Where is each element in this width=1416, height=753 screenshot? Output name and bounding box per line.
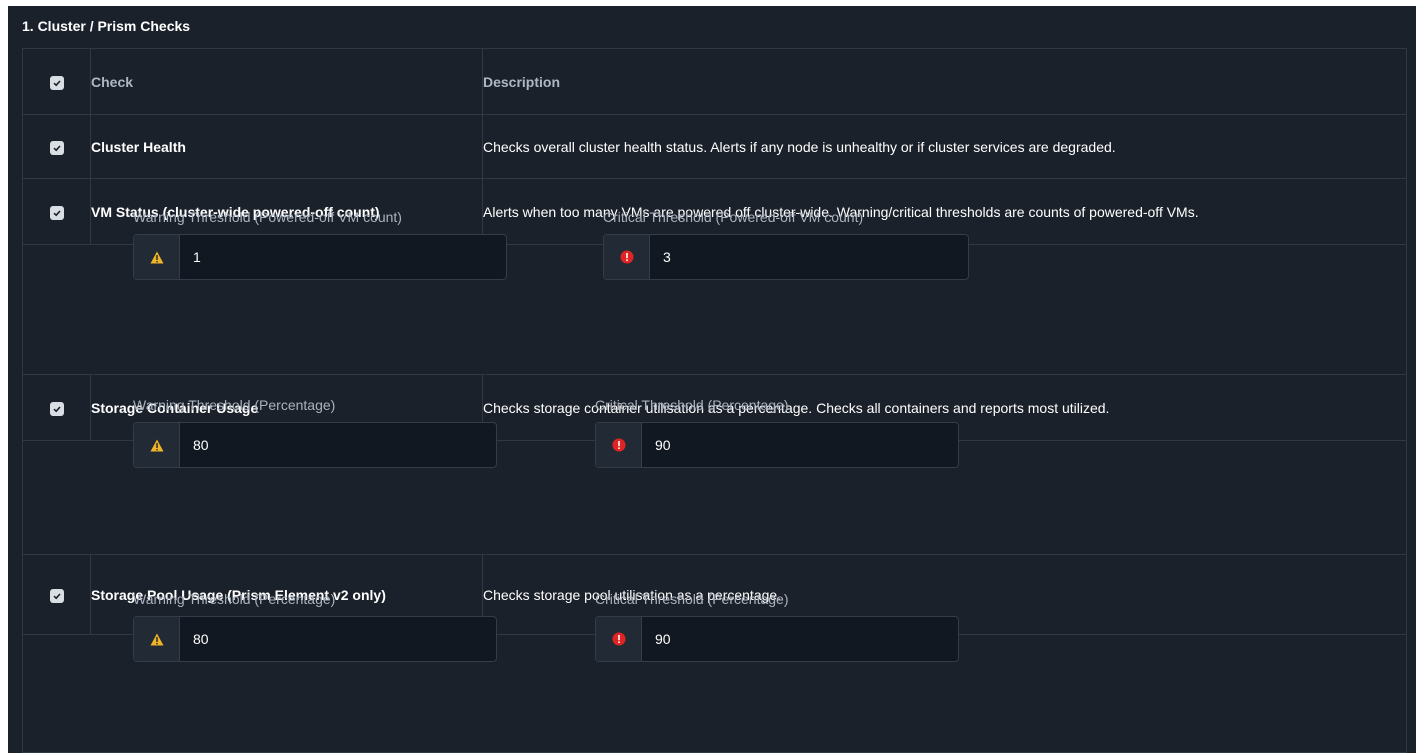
critical-threshold-label: Critical Threshold (Percentage): [595, 591, 789, 607]
critical-threshold-field: Critical Threshold (Percentage): [595, 591, 789, 607]
threshold-row: Warning Threshold (Powered-off VM count)…: [22, 209, 1407, 375]
check-enabled-checkbox[interactable]: [49, 588, 64, 603]
warning-threshold-input[interactable]: 80: [180, 423, 496, 467]
warning-triangle-icon: [134, 235, 180, 279]
critical-threshold-field: Critical Threshold (Percentage): [595, 397, 789, 413]
checks-panel: 1. Cluster / Prism Checks Check Descript…: [8, 6, 1416, 753]
column-header-description: Description: [482, 48, 1407, 115]
warning-threshold-input[interactable]: 1: [180, 235, 506, 279]
critical-threshold-input[interactable]: 3: [650, 235, 968, 279]
critical-exclamation-icon: [596, 617, 642, 661]
warning-threshold-input-group[interactable]: 1: [133, 234, 507, 280]
critical-threshold-input[interactable]: 90: [642, 423, 958, 467]
warning-threshold-label: Warning Threshold (Percentage): [133, 591, 336, 607]
section-title: 1. Cluster / Prism Checks: [22, 18, 191, 34]
threshold-row: Warning Threshold (Percentage) Critical …: [22, 397, 1407, 555]
warning-threshold-input-group[interactable]: 80: [133, 616, 497, 662]
checks-table: Check Description Cluster Health Checks …: [22, 48, 1407, 753]
critical-threshold-label: Critical Threshold (Percentage): [595, 397, 789, 413]
check-description: Checks overall cluster health status. Al…: [482, 114, 1407, 179]
check-enabled-checkbox[interactable]: [49, 401, 64, 416]
check-name: Cluster Health: [90, 114, 483, 179]
warning-threshold-input-group[interactable]: 80: [133, 422, 497, 468]
critical-threshold-input[interactable]: 90: [642, 617, 958, 661]
critical-threshold-input-group[interactable]: 90: [595, 422, 959, 468]
threshold-row: Warning Threshold (Percentage) Critical …: [22, 591, 1407, 753]
warning-threshold-label: Warning Threshold (Powered-off VM count): [133, 209, 402, 225]
table-row: Cluster Health Checks overall cluster he…: [22, 114, 1407, 179]
select-all-checkbox[interactable]: [49, 75, 64, 90]
critical-exclamation-icon: [596, 423, 642, 467]
critical-threshold-input-group[interactable]: 3: [603, 234, 969, 280]
check-enabled-checkbox[interactable]: [49, 205, 64, 220]
critical-exclamation-icon: [604, 235, 650, 279]
column-header-check: Check: [90, 48, 483, 115]
check-enabled-checkbox[interactable]: [49, 140, 64, 155]
warning-threshold-field: Warning Threshold (Percentage): [133, 397, 335, 413]
critical-threshold-input-group[interactable]: 90: [595, 616, 959, 662]
header-checkbox-cell: [22, 48, 91, 115]
critical-threshold-field: Critical Threshold (Powered-off VM count…: [603, 209, 863, 225]
warning-triangle-icon: [134, 423, 180, 467]
warning-triangle-icon: [134, 617, 180, 661]
warning-threshold-input[interactable]: 80: [180, 617, 496, 661]
critical-threshold-label: Critical Threshold (Powered-off VM count…: [603, 209, 864, 225]
table-header-row: Check Description: [22, 48, 1407, 115]
warning-threshold-field: Warning Threshold (Powered-off VM count): [133, 209, 402, 225]
warning-threshold-label: Warning Threshold (Percentage): [133, 397, 336, 413]
warning-threshold-field: Warning Threshold (Percentage): [133, 591, 335, 607]
